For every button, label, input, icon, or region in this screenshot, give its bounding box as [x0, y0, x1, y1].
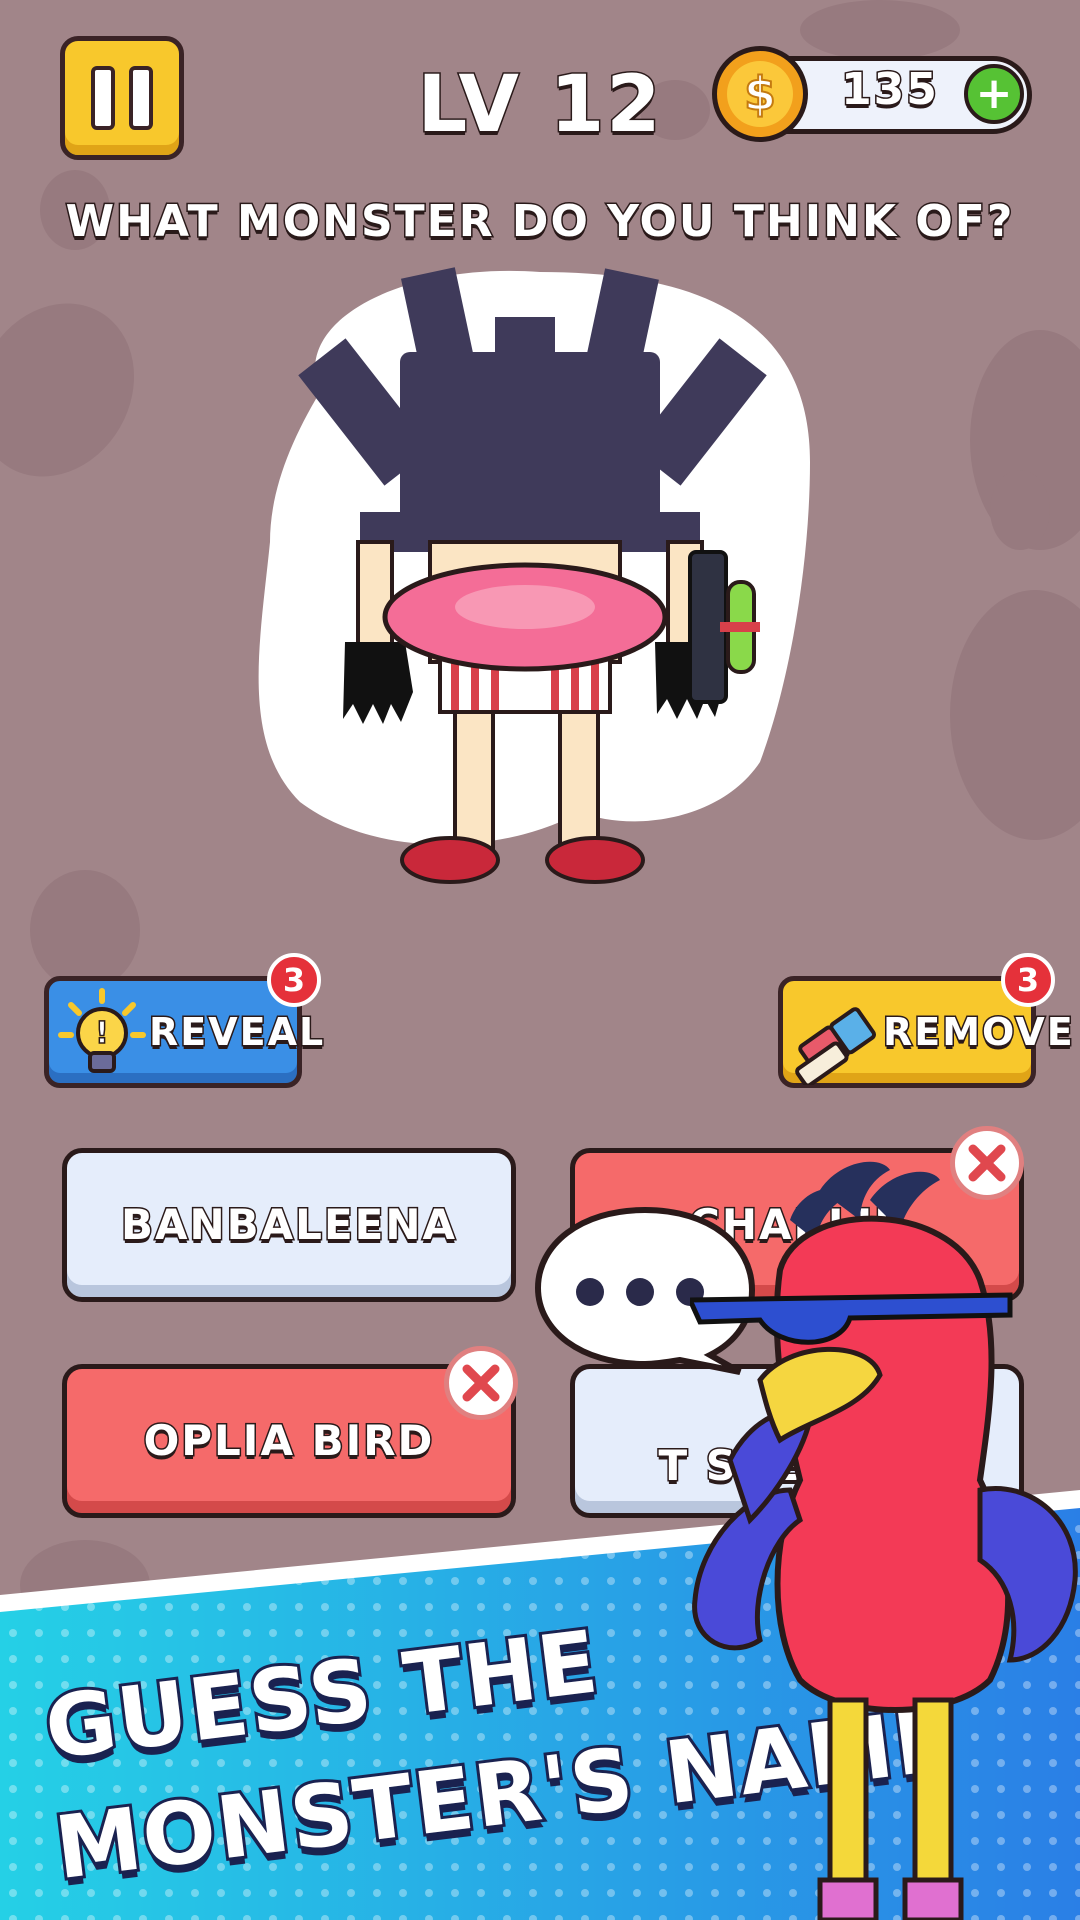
answer-label: OPLIA BIRD — [142, 1415, 435, 1467]
eraser-icon — [795, 1007, 876, 1085]
coin-icon: $ — [712, 46, 808, 142]
plus-icon: + — [975, 68, 1013, 119]
monster-picture — [258, 267, 810, 884]
answer-label: BANBALEENA — [120, 1199, 457, 1251]
coin-count: 135 — [840, 63, 939, 117]
bg-blob — [0, 274, 165, 506]
remove-button[interactable]: REMOVE 3 — [778, 953, 1074, 1088]
wrong-mark-icon — [444, 1346, 518, 1420]
reveal-button[interactable]: ! REVEAL 3 — [44, 953, 325, 1088]
add-coins-button[interactable]: + — [964, 64, 1024, 124]
pause-icon — [91, 66, 115, 130]
pause-icon — [129, 66, 153, 130]
lightbulb-icon: ! — [58, 988, 146, 1073]
question-text: WHAT MONSTER DO YOU THINK OF? — [64, 195, 1015, 249]
pause-button[interactable] — [60, 36, 184, 160]
bg-blob — [30, 870, 140, 990]
answer-option[interactable]: BANBALEENA — [62, 1148, 516, 1302]
remove-label: REMOVE — [882, 1009, 1075, 1056]
remove-count-badge: 3 — [1001, 953, 1055, 1007]
bird-mascot — [690, 1161, 1078, 1920]
bg-blob — [950, 590, 1080, 840]
reveal-count-badge: 3 — [267, 953, 321, 1007]
bg-blob — [990, 470, 1050, 550]
svg-text:!: ! — [95, 1016, 109, 1051]
reveal-label: REVEAL — [147, 1009, 326, 1056]
level-title: LV 12 — [416, 59, 663, 152]
bg-blob — [800, 0, 960, 60]
